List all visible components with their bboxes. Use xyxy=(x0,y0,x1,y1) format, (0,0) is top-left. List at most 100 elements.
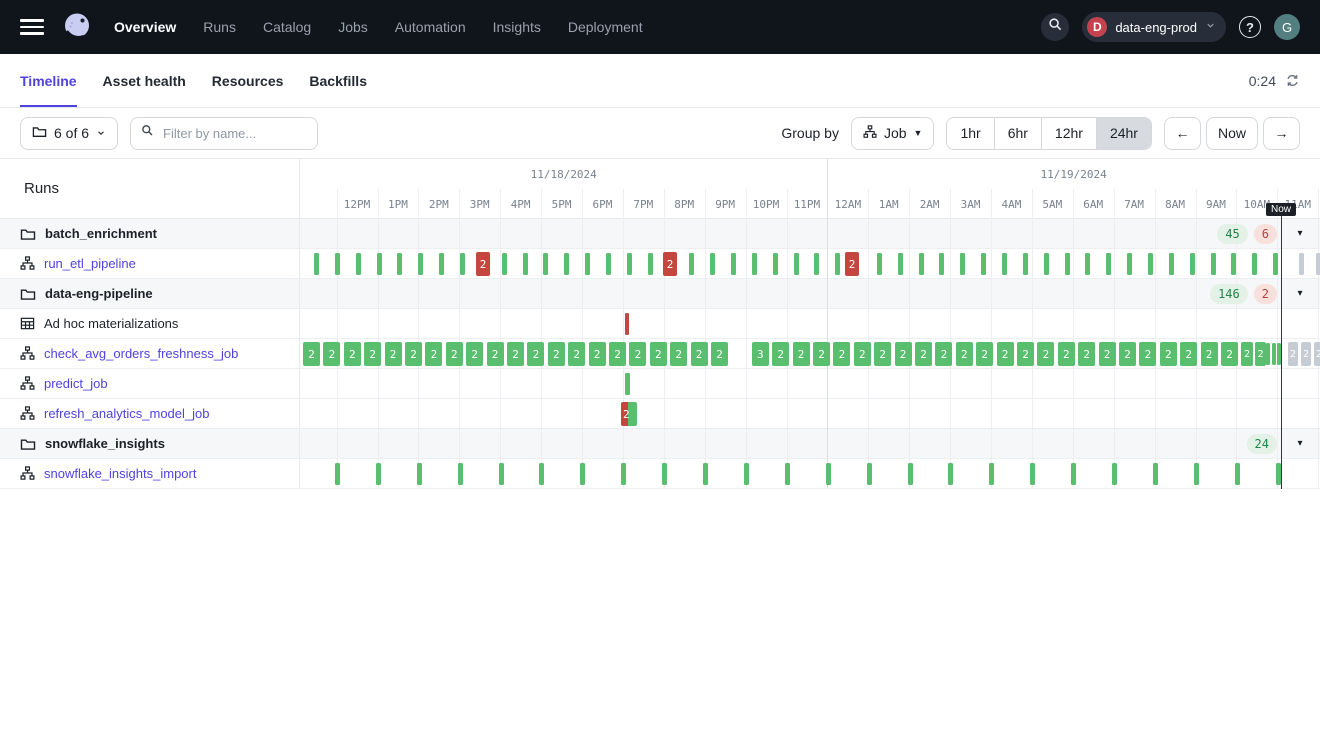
run-group-marker[interactable]: 2 xyxy=(1180,342,1197,366)
failed-run-marker[interactable]: 2 xyxy=(663,252,677,276)
run-tick[interactable] xyxy=(460,253,465,275)
run-group-marker[interactable]: 2 xyxy=(568,342,585,366)
run-group-marker[interactable]: 2 xyxy=(507,342,524,366)
run-group-marker[interactable]: 2 xyxy=(1099,342,1116,366)
queued-run-marker[interactable] xyxy=(1299,253,1304,275)
prev-range-button[interactable]: ← xyxy=(1164,117,1201,150)
run-group-marker[interactable]: 2 xyxy=(1058,342,1075,366)
run-tick[interactable] xyxy=(835,253,840,275)
nav-item-deployment[interactable]: Deployment xyxy=(568,19,643,35)
run-tick[interactable] xyxy=(356,253,361,275)
queued-run-marker[interactable]: 2 xyxy=(1314,342,1320,366)
run-tick[interactable] xyxy=(773,253,778,275)
caret-down-icon[interactable]: ▾ xyxy=(1294,438,1306,449)
run-tick[interactable] xyxy=(898,253,903,275)
run-tick[interactable] xyxy=(314,253,319,275)
range-12hr-button[interactable]: 12hr xyxy=(1041,118,1096,149)
caret-down-icon[interactable]: ▾ xyxy=(1294,228,1306,239)
queued-run-marker[interactable]: 2 xyxy=(1288,342,1298,366)
run-group-marker[interactable]: 2 xyxy=(1139,342,1156,366)
run-tick[interactable] xyxy=(1272,343,1276,365)
nav-item-overview[interactable]: Overview xyxy=(114,19,176,35)
run-tick[interactable] xyxy=(397,253,402,275)
run-group-marker[interactable]: 2 xyxy=(446,342,463,366)
run-group-marker[interactable]: 3 xyxy=(752,342,769,366)
run-tick[interactable] xyxy=(335,253,340,275)
run-group-marker[interactable]: 2 xyxy=(1255,342,1266,366)
tab-resources[interactable]: Resources xyxy=(212,54,284,107)
run-tick[interactable] xyxy=(1273,253,1278,275)
run-group-marker[interactable]: 2 xyxy=(895,342,912,366)
run-group-marker[interactable]: 2 xyxy=(691,342,708,366)
now-button[interactable]: Now xyxy=(1206,117,1258,150)
run-group-marker[interactable]: 2 xyxy=(915,342,932,366)
tab-backfills[interactable]: Backfills xyxy=(309,54,367,107)
run-tick[interactable] xyxy=(1153,463,1158,485)
group-by-dropdown[interactable]: Job ▼ xyxy=(851,117,935,150)
nav-item-catalog[interactable]: Catalog xyxy=(263,19,311,35)
run-tick[interactable] xyxy=(1002,253,1007,275)
menu-icon[interactable] xyxy=(20,19,44,35)
run-group-marker[interactable]: 2 xyxy=(976,342,993,366)
run-group-marker[interactable]: 2 xyxy=(956,342,973,366)
run-tick[interactable] xyxy=(627,253,632,275)
run-tick[interactable] xyxy=(877,253,882,275)
run-group-marker[interactable]: 2 xyxy=(487,342,504,366)
run-group-marker[interactable]: 2 xyxy=(997,342,1014,366)
run-tick[interactable] xyxy=(439,253,444,275)
run-tick[interactable] xyxy=(703,463,708,485)
run-tick[interactable] xyxy=(376,463,381,485)
run-tick[interactable] xyxy=(989,463,994,485)
run-group-marker[interactable]: 2 xyxy=(589,342,606,366)
job-link[interactable]: check_avg_orders_freshness_job xyxy=(44,346,238,361)
tab-asset-health[interactable]: Asset health xyxy=(103,54,186,107)
run-group-marker[interactable]: 2 xyxy=(303,342,320,366)
run-group-marker[interactable]: 2 xyxy=(793,342,810,366)
queued-run-marker[interactable]: 2 xyxy=(1301,342,1311,366)
run-group-marker[interactable]: 2 xyxy=(466,342,483,366)
run-group-marker[interactable]: 2 xyxy=(1241,342,1253,366)
search-button[interactable] xyxy=(1041,13,1069,41)
run-tick[interactable] xyxy=(625,373,630,395)
run-tick[interactable] xyxy=(417,463,422,485)
run-tick[interactable] xyxy=(710,253,715,275)
run-tick[interactable] xyxy=(731,253,736,275)
run-tick[interactable] xyxy=(539,463,544,485)
run-group-marker[interactable]: 2 xyxy=(548,342,565,366)
run-tick[interactable] xyxy=(908,463,913,485)
workspace-selector[interactable]: D data-eng-prod xyxy=(1082,12,1226,42)
job-link[interactable]: snowflake_insights_import xyxy=(44,466,196,481)
run-group-marker[interactable]: 2 xyxy=(405,342,422,366)
dagster-logo[interactable] xyxy=(60,10,94,44)
run-tick[interactable] xyxy=(1106,253,1111,275)
run-group-marker[interactable]: 2 xyxy=(425,342,442,366)
run-group-marker[interactable]: 2 xyxy=(323,342,340,366)
failed-run-marker[interactable]: 2 xyxy=(845,252,859,276)
nav-item-runs[interactable]: Runs xyxy=(203,19,236,35)
run-group-marker[interactable]: 2 xyxy=(1221,342,1238,366)
run-group-marker[interactable]: 2 xyxy=(609,342,626,366)
run-tick[interactable] xyxy=(662,463,667,485)
job-link[interactable]: predict_job xyxy=(44,376,108,391)
name-filter-input[interactable] xyxy=(161,125,307,142)
nav-item-jobs[interactable]: Jobs xyxy=(338,19,368,35)
run-group-marker[interactable]: 2 xyxy=(854,342,871,366)
run-tick[interactable] xyxy=(1235,463,1240,485)
run-tick[interactable] xyxy=(960,253,965,275)
run-tick[interactable] xyxy=(458,463,463,485)
caret-down-icon[interactable]: ▾ xyxy=(1294,288,1306,299)
run-group-marker[interactable]: 2 xyxy=(364,342,381,366)
run-tick[interactable] xyxy=(502,253,507,275)
run-group-marker[interactable]: 2 xyxy=(813,342,830,366)
run-tick[interactable] xyxy=(377,253,382,275)
run-tick[interactable] xyxy=(1148,253,1153,275)
run-tick[interactable] xyxy=(814,253,819,275)
run-tick[interactable] xyxy=(621,463,626,485)
failed-run-marker[interactable] xyxy=(625,313,629,335)
run-tick[interactable] xyxy=(585,253,590,275)
help-icon[interactable]: ? xyxy=(1239,16,1261,38)
range-6hr-button[interactable]: 6hr xyxy=(994,118,1041,149)
repo-filter-button[interactable]: 6 of 6 xyxy=(20,117,118,150)
run-tick[interactable] xyxy=(418,253,423,275)
range-24hr-button[interactable]: 24hr xyxy=(1096,118,1151,149)
